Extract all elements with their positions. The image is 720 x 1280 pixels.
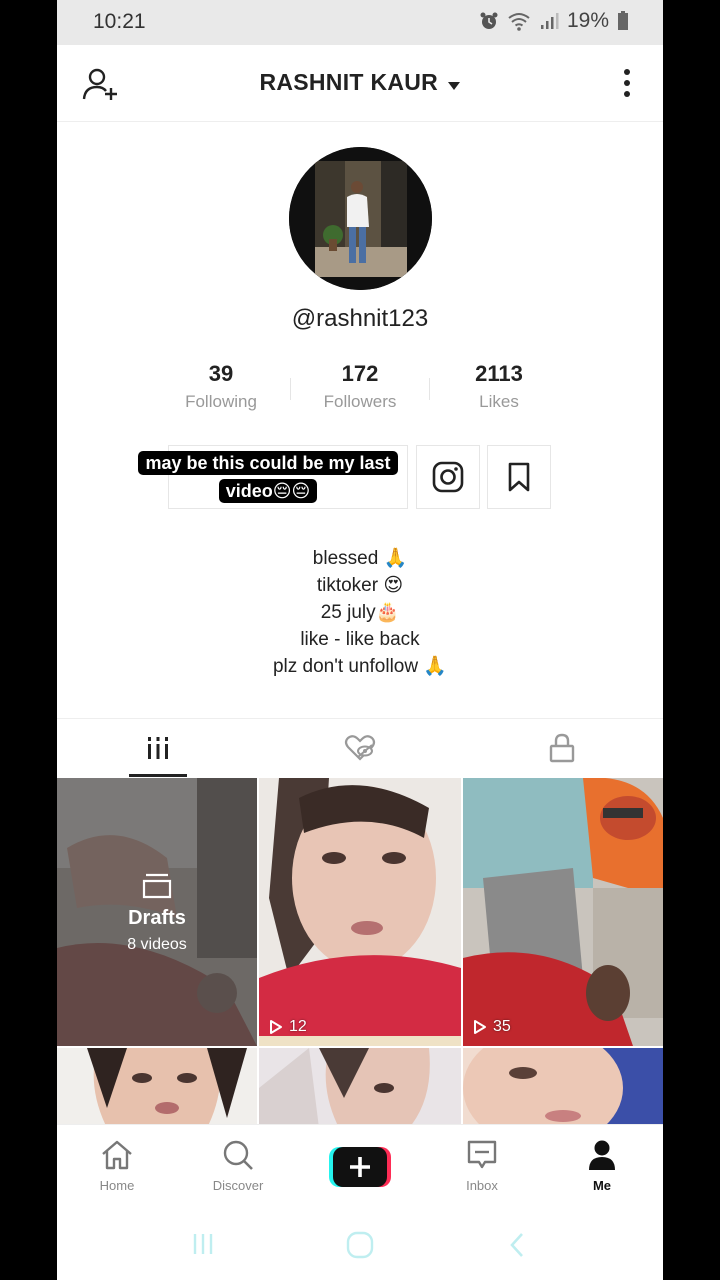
stat-value: 172 (341, 361, 379, 386)
profile-tabs (57, 718, 663, 777)
account-switcher[interactable]: RASHNIT KAUR (57, 69, 663, 96)
profile-header: RASHNIT KAUR (57, 45, 663, 122)
search-icon (223, 1140, 253, 1170)
tab-liked-hidden[interactable] (259, 719, 461, 777)
profile-stats: 39 Following 172 Followers 2113 Likes (152, 360, 568, 420)
bio-line: plz don't unfollow 🙏 (272, 656, 448, 677)
caret-down-icon (447, 81, 460, 90)
signal-icon (540, 13, 559, 29)
profile-avatar[interactable] (289, 147, 432, 290)
tiktok-profile-screen: 10:21 19% RASHNIT KAUR @rashnit123 39 Fo… (57, 0, 663, 1280)
inbox-icon (467, 1140, 497, 1169)
video-thumbnail (463, 778, 663, 1046)
back-icon[interactable] (507, 1232, 527, 1258)
bio-line: blessed 🙏 (312, 548, 408, 569)
nav-label: Home (99, 1178, 135, 1193)
home-button-icon[interactable] (346, 1231, 374, 1259)
battery-percent: 19% (566, 9, 609, 32)
bookmark-icon (508, 462, 530, 492)
play-count: 35 (473, 1018, 511, 1036)
video-tile[interactable]: 12 (259, 778, 461, 1046)
hidden-heart-icon (344, 735, 376, 761)
instagram-icon (432, 461, 464, 493)
play-icon (474, 1020, 486, 1034)
bio-line: like - like back (300, 629, 420, 650)
wifi-icon (508, 13, 530, 31)
status-icons: 19% (479, 9, 629, 33)
nav-label: Inbox (466, 1178, 498, 1193)
alarm-icon (480, 12, 498, 29)
bio-line: 25 july🎂 (320, 602, 400, 623)
drafts-count: 8 videos (127, 935, 187, 953)
nav-me[interactable]: Me (552, 1139, 652, 1193)
create-video-button[interactable] (329, 1147, 391, 1187)
stat-value: 39 (208, 361, 234, 386)
tab-videos[interactable] (57, 719, 259, 777)
video-caption-overlay: may be this could be my last video😔😔 (129, 449, 407, 505)
more-options-icon[interactable] (617, 67, 637, 101)
play-icon (270, 1020, 282, 1034)
status-time: 10:21 (93, 10, 146, 33)
drafts-box-icon (142, 873, 172, 898)
avatar-photo (289, 147, 432, 290)
nav-inbox[interactable]: Inbox (432, 1139, 532, 1193)
video-tile[interactable] (57, 1048, 257, 1124)
caption-text: may be this could be my last video😔😔 (138, 451, 398, 503)
battery-icon (618, 11, 628, 30)
system-navigation-bar (57, 1206, 663, 1280)
profile-icon (589, 1140, 615, 1170)
video-grid: Drafts 8 videos 12 35 (57, 778, 663, 1124)
stat-value: 2113 (475, 361, 523, 386)
play-count-value: 35 (493, 1018, 511, 1035)
play-count-value: 12 (289, 1018, 307, 1035)
stat-followers[interactable]: 172 Followers (291, 360, 429, 412)
status-bar: 10:21 19% (57, 0, 663, 45)
video-tile[interactable] (259, 1048, 461, 1124)
plus-icon (329, 1147, 391, 1187)
video-tile[interactable] (463, 1048, 663, 1124)
nav-discover[interactable]: Discover (188, 1139, 288, 1193)
favorites-button[interactable] (487, 445, 551, 509)
video-thumbnail (259, 1048, 461, 1124)
bottom-navigation: Home Discover Inbox Me (57, 1124, 663, 1207)
profile-bio: blessed 🙏 tiktoker 😍 25 july🎂 like - lik… (57, 545, 663, 680)
home-icon (102, 1140, 132, 1170)
stat-likes[interactable]: 2113 Likes (430, 360, 568, 412)
nav-label: Me (592, 1178, 612, 1193)
lock-icon (549, 733, 575, 763)
nav-home[interactable]: Home (67, 1139, 167, 1193)
stat-following[interactable]: 39 Following (152, 360, 290, 412)
instagram-button[interactable] (416, 445, 480, 509)
grid-icon (148, 737, 168, 759)
active-tab-indicator (129, 774, 187, 777)
profile-handle: @rashnit123 (291, 305, 429, 332)
video-tile[interactable]: 35 (463, 778, 663, 1046)
drafts-overlay: Drafts 8 videos (57, 778, 257, 1046)
stat-label: Followers (323, 392, 397, 411)
video-thumbnail (259, 778, 461, 1046)
video-thumbnail (57, 1048, 257, 1124)
recent-apps-icon[interactable] (191, 1232, 215, 1256)
tab-private[interactable] (461, 719, 663, 777)
play-count: 12 (269, 1018, 307, 1036)
drafts-title: Drafts (128, 906, 186, 929)
video-thumbnail (463, 1048, 663, 1124)
bio-line: tiktoker 😍 (316, 575, 404, 596)
stat-label: Following (185, 392, 257, 411)
drafts-tile[interactable]: Drafts 8 videos (57, 778, 257, 1046)
profile-name: RASHNIT KAUR (259, 69, 439, 95)
nav-label: Discover (212, 1178, 264, 1193)
stat-label: Likes (479, 392, 519, 411)
